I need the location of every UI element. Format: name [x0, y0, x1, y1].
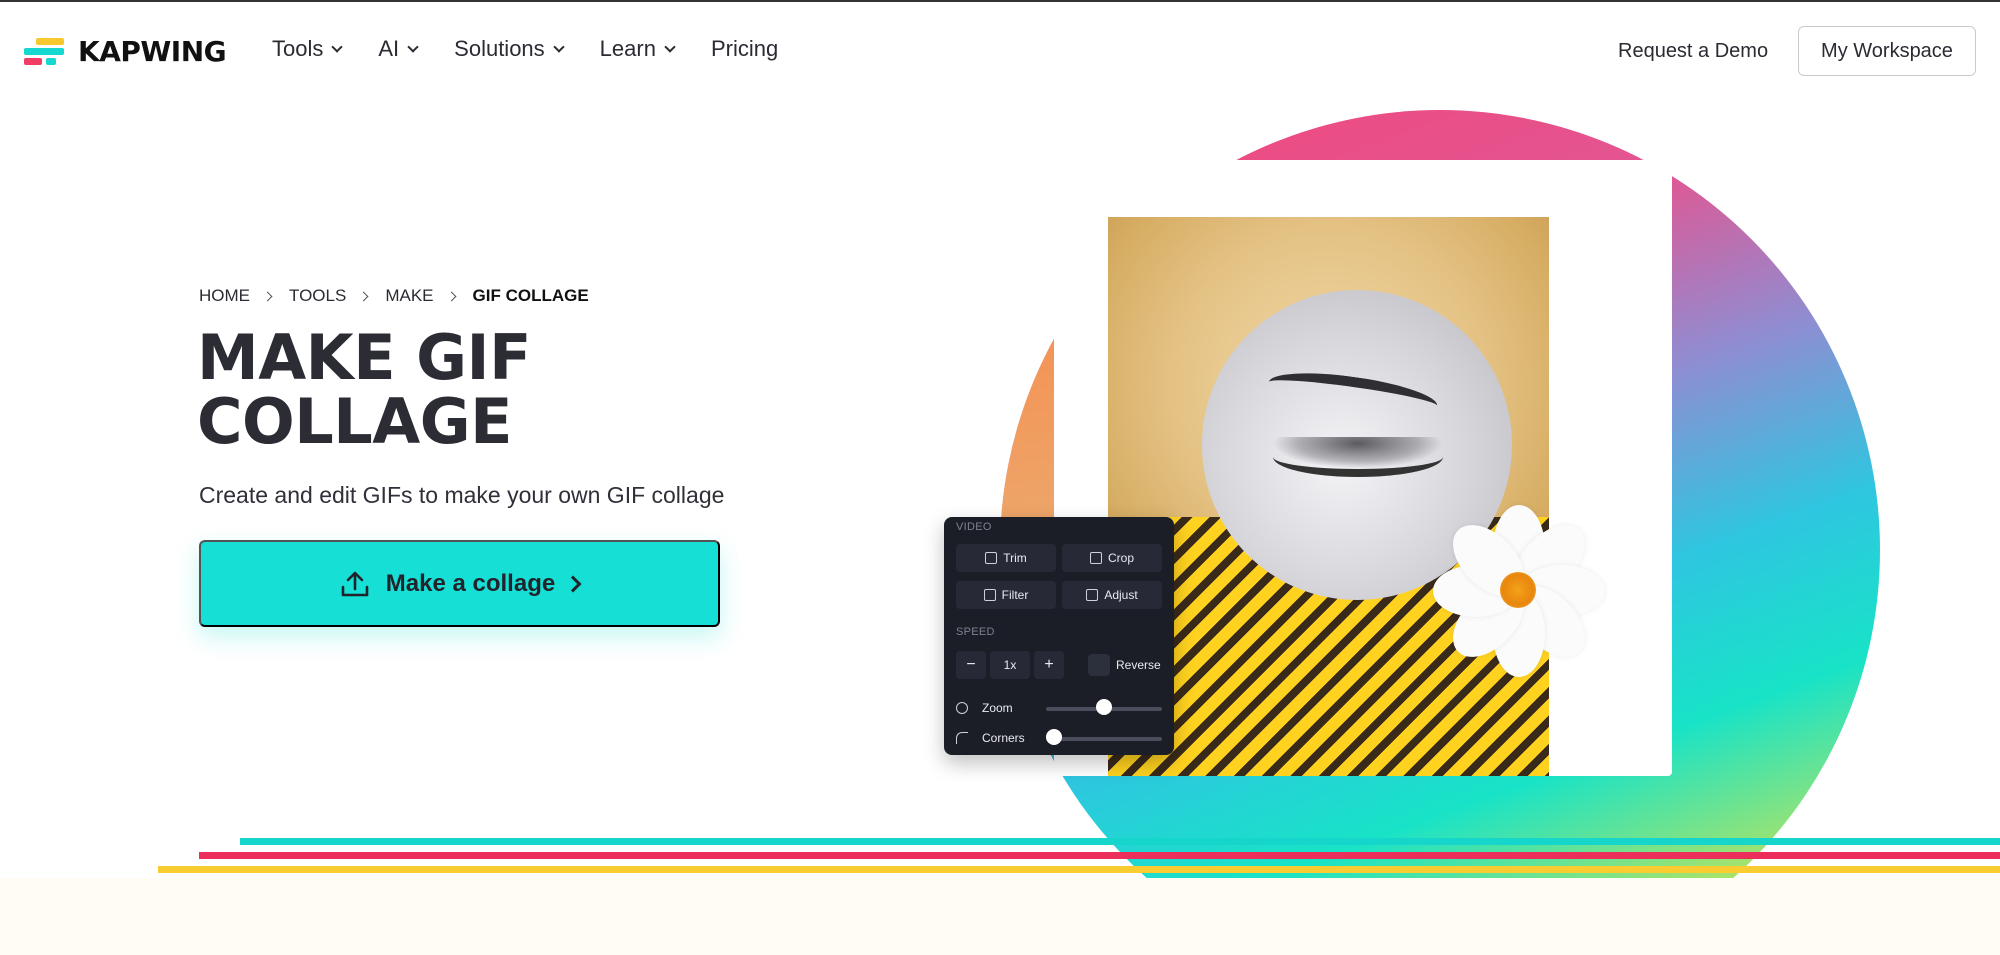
corners-slider-thumb[interactable] — [1046, 729, 1063, 745]
trim-label: Trim — [1003, 551, 1027, 565]
breadcrumb-current: GIF COLLAGE — [472, 286, 589, 305]
speed-section-label: SPEED — [956, 626, 995, 638]
next-section-background — [0, 878, 2000, 955]
crop-button[interactable]: Crop — [1062, 544, 1162, 572]
trim-button[interactable]: Trim — [956, 544, 1056, 572]
nav-label: Tools — [272, 36, 324, 61]
zoom-slider-thumb[interactable] — [1096, 699, 1112, 715]
make-collage-button[interactable]: Make a collage — [199, 540, 720, 627]
nav-label: Pricing — [710, 36, 779, 61]
zoom-row: Zoom — [956, 701, 1013, 715]
chevron-right-icon — [262, 291, 273, 301]
corners-label: Corners — [982, 731, 1025, 745]
corners-slider[interactable] — [1046, 737, 1162, 741]
trim-icon — [985, 552, 998, 564]
site-header: KAPWING Tools AI Solutions Learn Pricing… — [0, 2, 2000, 98]
filter-label: Filter — [1001, 588, 1029, 602]
speed-decrease-button[interactable]: − — [956, 651, 986, 679]
upload-icon — [341, 571, 369, 596]
nav-tools[interactable]: Tools — [272, 36, 344, 62]
flower-image — [1428, 500, 1608, 680]
logo[interactable]: KAPWING — [24, 35, 227, 68]
breadcrumb-tools[interactable]: TOOLS — [289, 286, 346, 306]
decor-stripe-teal — [240, 838, 2000, 845]
crop-icon — [1089, 552, 1102, 564]
main-nav: Tools AI Solutions Learn Pricing — [272, 36, 815, 62]
adjust-button[interactable]: Adjust — [1062, 581, 1162, 609]
video-section-label: VIDEO — [956, 521, 992, 533]
breadcrumb-home[interactable]: HOME — [199, 286, 250, 306]
chevron-right-icon — [358, 291, 369, 301]
chevron-right-icon — [564, 575, 582, 592]
kapwing-logo-icon — [24, 37, 64, 66]
decor-stripe-yellow — [158, 866, 2000, 873]
editor-panel: VIDEO Trim Crop Filter Adjust SPEED − 1x… — [944, 517, 1174, 755]
breadcrumb-make[interactable]: MAKE — [385, 286, 433, 306]
zoom-label: Zoom — [982, 701, 1013, 715]
page-title: MAKE GIF COLLAGE — [197, 321, 531, 458]
nav-learn[interactable]: Learn — [599, 36, 676, 62]
chevron-right-icon — [446, 291, 456, 301]
corners-icon — [956, 732, 968, 744]
plus-icon: + — [1044, 656, 1054, 673]
logo-text: KAPWING — [78, 35, 227, 68]
speed-value: 1x — [990, 651, 1030, 679]
corners-row: Corners — [956, 731, 1025, 745]
nav-ai[interactable]: AI — [378, 36, 419, 62]
page-subtitle: Create and edit GIFs to make your own GI… — [199, 482, 725, 508]
decor-stripe-red — [199, 852, 2000, 859]
adjust-label: Adjust — [1104, 588, 1138, 602]
adjust-icon — [1086, 589, 1099, 601]
closed-eye — [1273, 437, 1443, 477]
nav-pricing[interactable]: Pricing — [711, 36, 778, 62]
crop-label: Crop — [1107, 551, 1134, 565]
filter-icon — [983, 589, 996, 601]
nav-solutions[interactable]: Solutions — [454, 36, 565, 62]
minus-icon: − — [966, 656, 976, 673]
flower-center — [1500, 572, 1536, 608]
chevron-down-icon — [331, 41, 344, 53]
chevron-down-icon — [553, 41, 565, 53]
zoom-icon — [956, 702, 968, 714]
collage-photo — [1108, 217, 1549, 776]
breadcrumb: HOME TOOLS MAKE GIF COLLAGE — [199, 286, 589, 306]
filter-button[interactable]: Filter — [956, 581, 1056, 609]
reverse-label: Reverse — [1116, 658, 1161, 672]
my-workspace-button[interactable]: My Workspace — [1798, 26, 1976, 76]
speed-increase-button[interactable]: + — [1034, 651, 1064, 679]
nav-label: Solutions — [454, 36, 545, 61]
request-demo-link[interactable]: Request a Demo — [1618, 40, 1768, 63]
cta-label: Make a collage — [385, 569, 556, 597]
nav-label: Learn — [599, 36, 656, 61]
chevron-down-icon — [407, 41, 419, 53]
reverse-checkbox[interactable] — [1088, 654, 1110, 676]
chevron-down-icon — [664, 41, 676, 53]
nav-label: AI — [378, 36, 400, 61]
